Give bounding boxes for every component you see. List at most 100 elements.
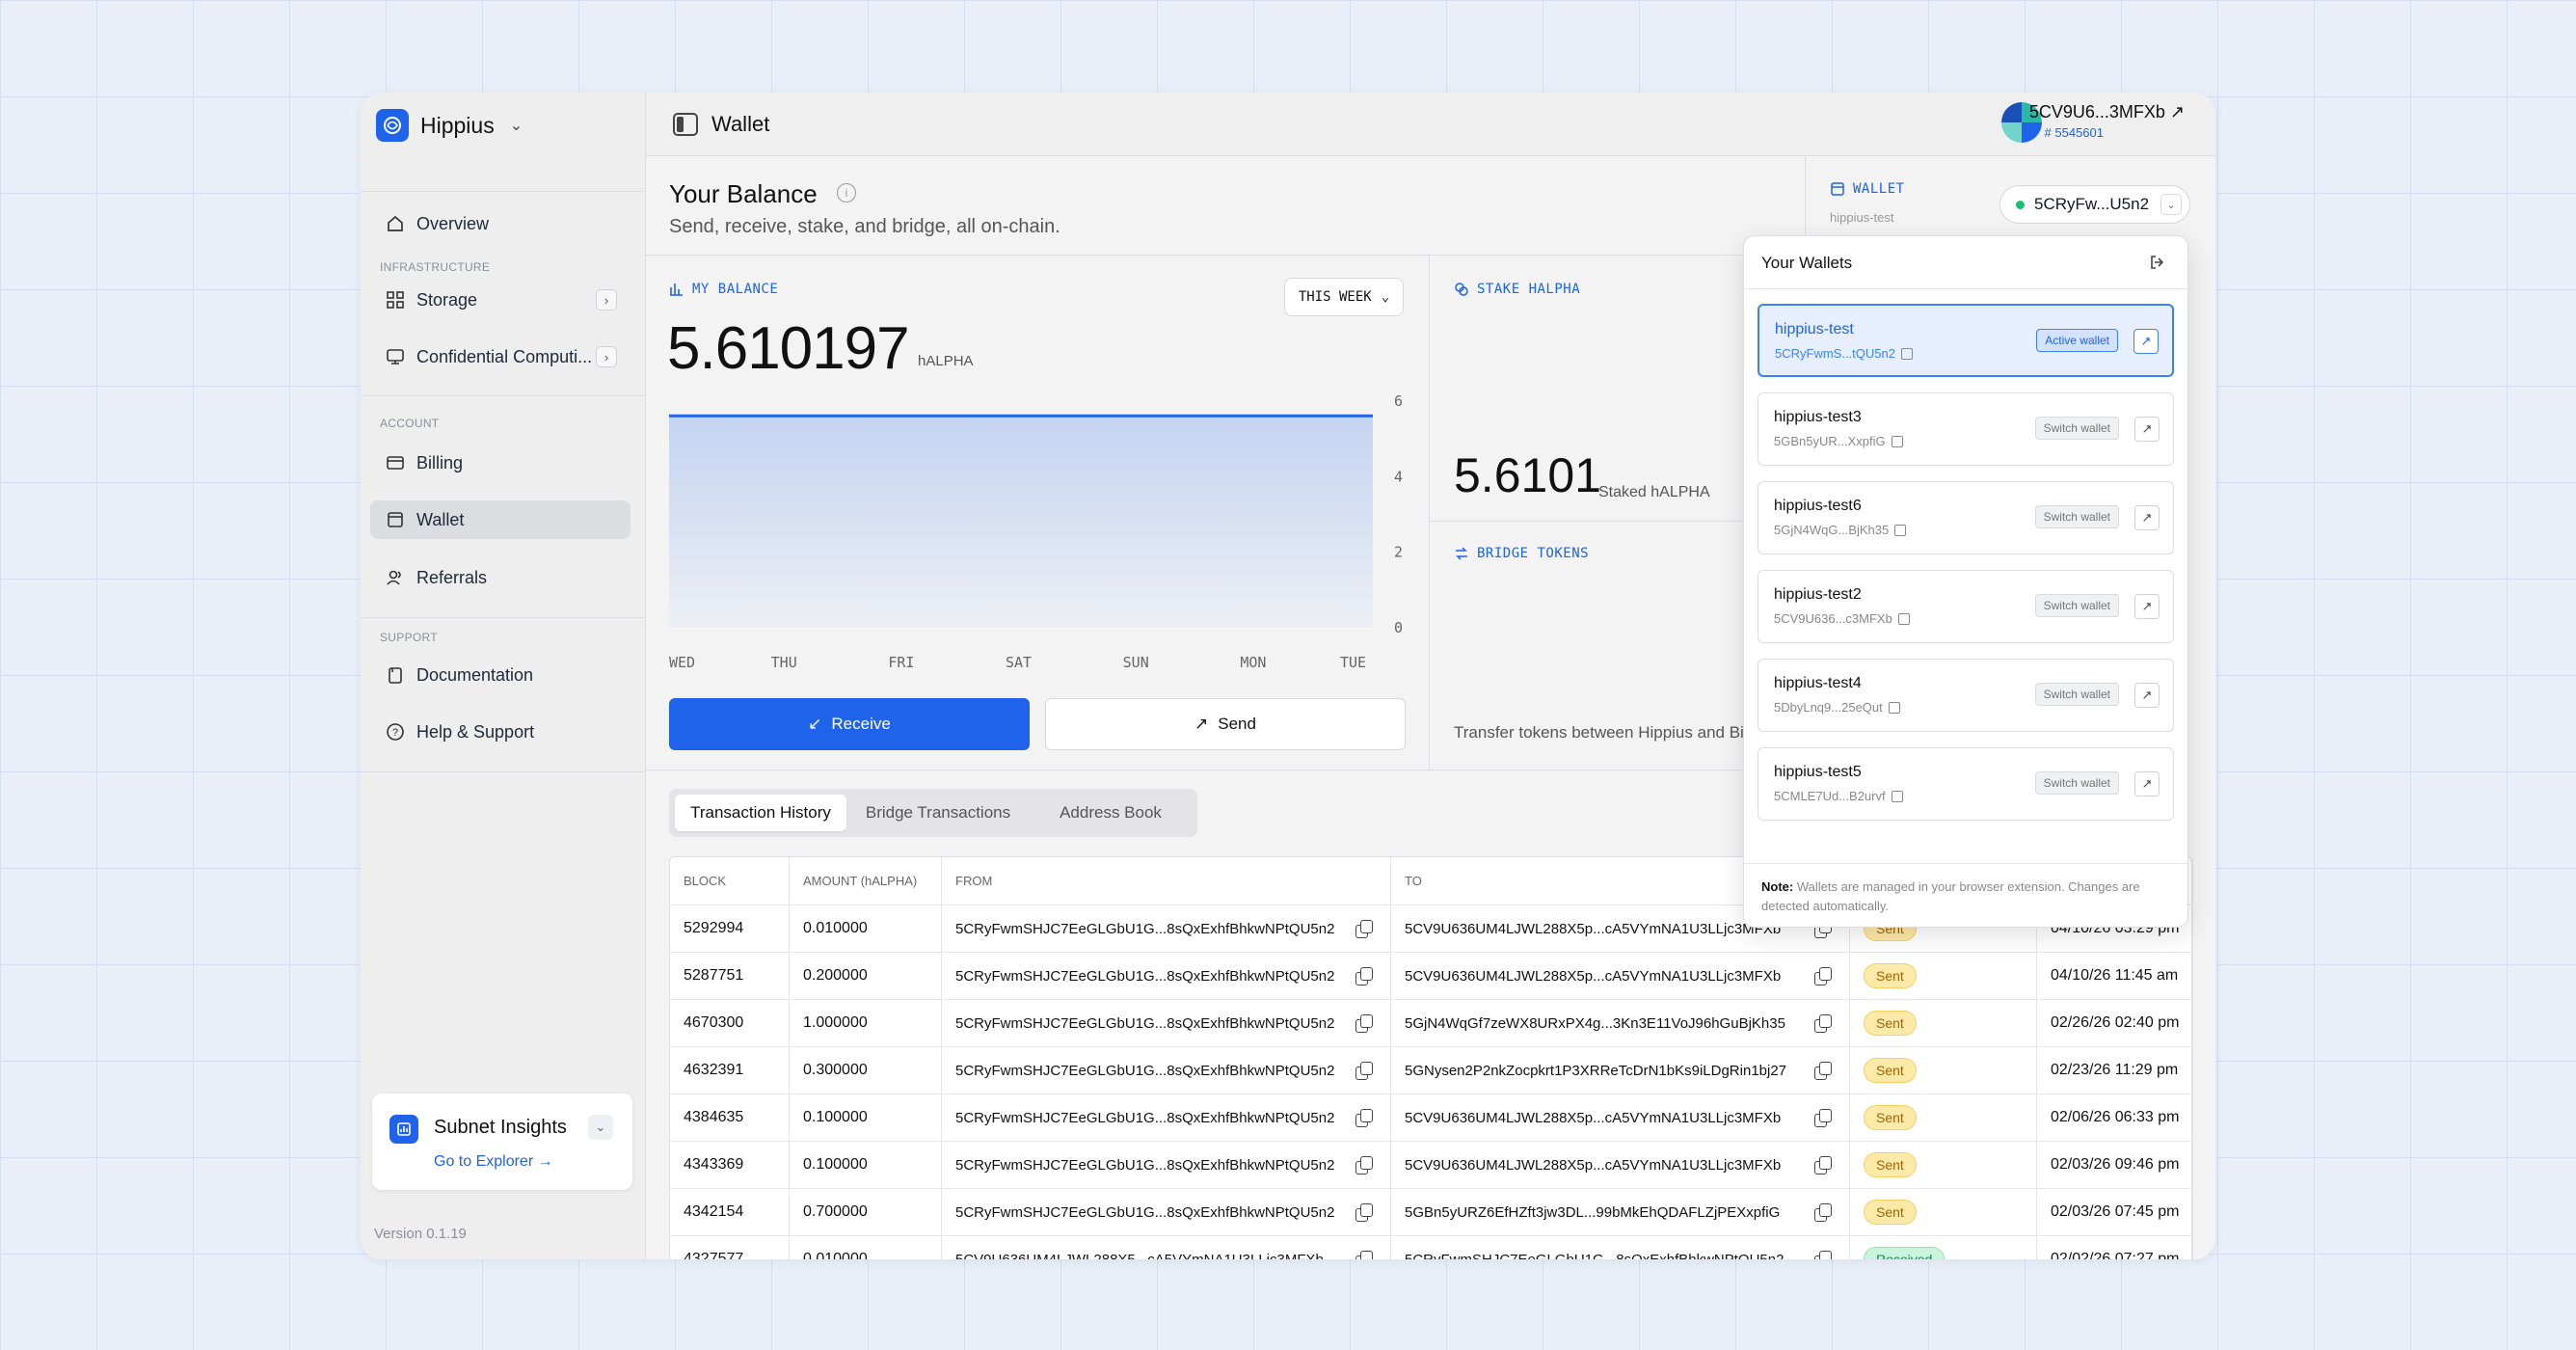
switch-wallet-button[interactable]: Switch wallet [2034,683,2119,706]
copy-icon[interactable] [1891,435,1903,447]
x-tick-label: MON [1240,654,1266,671]
home-icon [388,215,403,231]
external-link-icon[interactable]: ↗ [2134,417,2160,442]
tab-address-book[interactable]: Address Book [1030,795,1192,831]
wallet-address: 5DbyLnq9...25eQut [1774,700,1900,715]
copy-icon[interactable] [1814,1062,1832,1080]
copy-icon[interactable] [1897,612,1910,625]
sidebar-item-label: Wallet [416,509,465,529]
table-row[interactable]: 4384635 0.100000 5CRyFwmSHJC7EeGLGbU1G...8… [670,1094,2193,1142]
period-select[interactable]: THIS WEEK ⌄ [1284,278,1404,316]
wallet-card[interactable]: hippius-test3 5GBn5yUR...XxpfiG Switch wal… [1758,392,2174,466]
active-wallet-button[interactable]: Active wallet [2036,329,2118,352]
sidebar-item-wallet[interactable]: Wallet [370,500,631,539]
to-address: 5CV9U636UM4LJWL288X5p...cA5VYmNA1U3LLjc3… [1405,920,1782,937]
brand-switcher[interactable]: Hippius ⌄ [376,106,523,145]
wallet-card[interactable]: hippius-test2 5CV9U636...c3MFXb Switch wal… [1758,570,2174,643]
logout-icon[interactable] [2149,254,2166,271]
external-link-icon[interactable]: ↗ [2134,683,2160,708]
wallet-card[interactable]: hippius-test5 5CMLE7Ud...B2urvf Switch wal… [1758,747,2174,821]
insights-title: Subnet Insights [434,1117,567,1138]
table-row[interactable]: 4632391 0.300000 5CRyFwmSHJC7EeGLGbU1G...8… [670,1047,2193,1094]
copy-icon[interactable] [1355,1062,1373,1080]
copy-icon[interactable] [1900,347,1913,360]
cell-to: 5CV9U636UM4LJWL288X5p...cA5VYmNA1U3LLjc3… [1391,1142,1850,1189]
copy-icon[interactable] [1814,1251,1832,1259]
external-link-icon[interactable]: ↗ [2134,594,2160,619]
sidebar-item-help[interactable]: ? Help & Support [370,713,631,751]
table-row[interactable]: 4670300 1.000000 5CRyFwmSHJC7EeGLGbU1G...8… [670,1000,2193,1047]
sidebar-item-storage[interactable]: Storage › [370,281,631,319]
divider [361,617,645,618]
button-label: Send [1218,715,1256,733]
copy-icon[interactable] [1355,967,1373,986]
cell-date: 02/23/26 11:29 pm [2037,1047,2193,1094]
wallet-address-text: 5CMLE7Ud...B2urvf [1774,789,1886,803]
divider [361,395,645,396]
to-address: 5CV9U636UM4LJWL288X5p...cA5VYmNA1U3LLjc3… [1405,1109,1782,1126]
copy-icon[interactable] [1355,1203,1373,1222]
copy-icon[interactable] [1814,967,1832,986]
switch-wallet-button[interactable]: Switch wallet [2034,505,2119,528]
cell-to: 5CV9U636UM4LJWL288X5p...cA5VYmNA1U3LLjc3… [1391,953,1850,1000]
sidebar-item-documentation[interactable]: Documentation [370,656,631,694]
info-icon[interactable]: i [837,183,856,202]
copy-icon[interactable] [1814,1203,1832,1222]
subnet-insights-card[interactable]: Subnet Insights ⌄ Go to Explorer → [372,1094,632,1190]
table-row[interactable]: 4327577 0.010000 5CV9U636UM4LJWL288X5...cA… [670,1236,2193,1259]
external-link-icon[interactable]: ↗ [2133,329,2159,354]
cell-to: 5GjN4WqGf7zeWX8URxPX4g...3Kn3E11VoJ96hGu… [1391,1000,1850,1047]
copy-icon[interactable] [1355,1014,1373,1033]
column-header-amount: AMOUNT (hALPHA) [790,857,942,905]
tab-transaction-history[interactable]: Transaction History [675,795,846,831]
copy-icon[interactable] [1355,1251,1373,1259]
sidebar-item-overview[interactable]: Overview [370,204,631,243]
wallet-card[interactable]: hippius-test 5CRyFwmS...tQU5n2 Active wall… [1758,304,2174,377]
switch-wallet-button[interactable]: Switch wallet [2034,771,2119,795]
copy-icon[interactable] [1888,701,1900,714]
receive-button[interactable]: ↙ Receive [669,698,1030,750]
bridge-label: BRIDGE TOKENS [1454,546,1589,561]
external-link-icon[interactable]: ↗ [2134,505,2160,530]
divider [1744,288,2187,289]
sidebar-item-label: Documentation [416,664,534,685]
cell-to: 5GBn5yURZ6EfHZft3jw3DL...99bMkEhQDAFLZjP… [1391,1189,1850,1236]
table-row[interactable]: 4342154 0.700000 5CRyFwmSHJC7EeGLGbU1G...8… [670,1189,2193,1236]
staked-unit: Staked hALPHA [1598,484,1710,500]
account-address[interactable]: 5CV9U6...3MFXb ↗ [2029,102,2185,122]
note-label: Note: [1761,879,1794,894]
wallet-card[interactable]: hippius-test4 5DbyLnq9...25eQut Switch wal… [1758,659,2174,732]
copy-icon[interactable] [1894,524,1907,536]
cell-date: 02/02/26 07:27 pm [2037,1236,2193,1259]
copy-icon[interactable] [1814,1156,1832,1174]
sidebar-item-confidential-computing[interactable]: Confidential Computi... › [370,338,631,376]
cell-date: 02/03/26 09:46 pm [2037,1142,2193,1189]
copy-icon[interactable] [1355,920,1373,938]
to-address: 5CV9U636UM4LJWL288X5p...cA5VYmNA1U3LLjc3… [1405,1156,1782,1174]
table-row[interactable]: 4343369 0.100000 5CRyFwmSHJC7EeGLGbU1G...8… [670,1142,2193,1189]
copy-icon[interactable] [1891,790,1903,802]
table-row[interactable]: 5287751 0.200000 5CRyFwmSHJC7EeGLGbU1G...8… [670,953,2193,1000]
table-body: 5292994 0.010000 5CRyFwmSHJC7EeGLGbU1G...8… [670,905,2193,1259]
tab-bridge-transactions[interactable]: Bridge Transactions [852,795,1024,831]
chevron-down-icon[interactable]: ⌄ [588,1115,613,1140]
copy-icon[interactable] [1814,1014,1832,1033]
sidebar-item-referrals[interactable]: Referrals [370,558,631,597]
go-to-explorer-link[interactable]: Go to Explorer → [434,1153,553,1171]
chevron-right-icon[interactable]: › [596,289,617,310]
copy-icon[interactable] [1355,1156,1373,1174]
copy-icon[interactable] [1814,1109,1832,1127]
wallet-card[interactable]: hippius-test6 5GjN4WqG...BjKh35 Switch wal… [1758,481,2174,554]
switch-wallet-button[interactable]: Switch wallet [2034,417,2119,440]
send-button[interactable]: ↗ Send [1045,698,1406,750]
wallet-selector[interactable]: 5CRyFw...U5n2 ⌄ [1999,185,2190,224]
sidebar-toggle-icon[interactable] [673,113,698,136]
copy-icon[interactable] [1355,1109,1373,1127]
external-link-icon[interactable]: ↗ [2134,771,2160,796]
sidebar-item-billing[interactable]: Billing [370,444,631,482]
chevron-right-icon[interactable]: › [596,346,617,367]
label-text: BRIDGE TOKENS [1477,546,1590,561]
to-address: 5CV9U636UM4LJWL288X5p...cA5VYmNA1U3LLjc3… [1405,967,1782,985]
switch-wallet-button[interactable]: Switch wallet [2034,594,2119,617]
top-header: Wallet 5CV9U6...3MFXb ↗ # 5545601 [646,93,2215,156]
